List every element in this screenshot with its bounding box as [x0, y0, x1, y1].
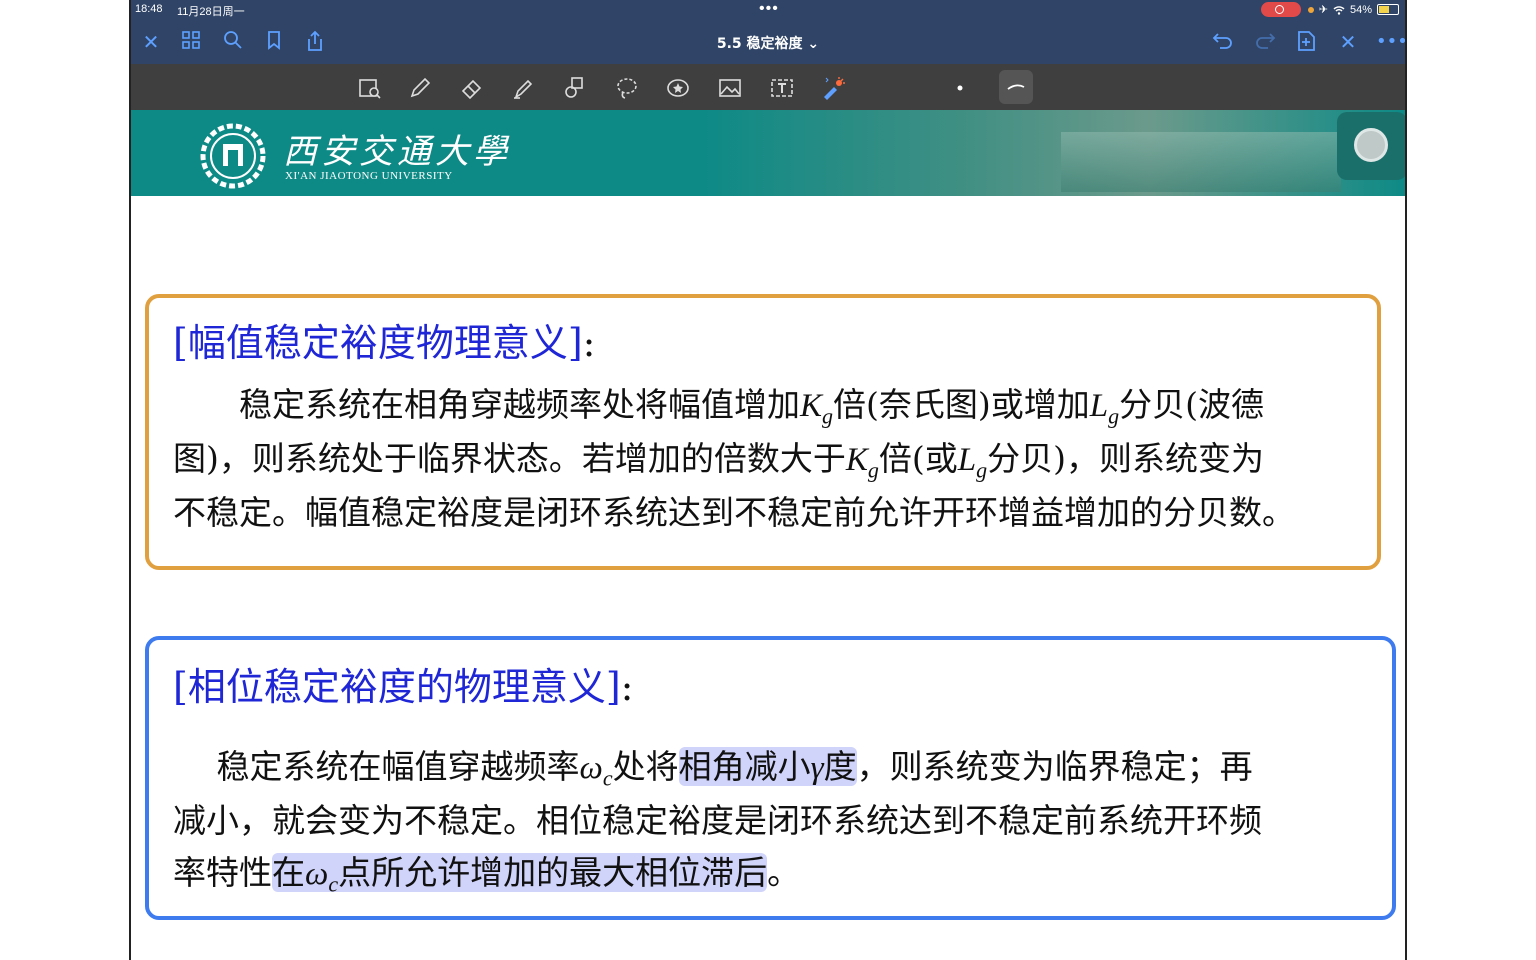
- gain-margin-title: [幅值稳定裕度物理意义]:: [173, 312, 595, 367]
- math-omega: ω: [305, 856, 329, 892]
- gain-margin-title-text: [幅值稳定裕度物理意义]: [173, 321, 583, 365]
- wifi-icon: [1333, 5, 1345, 15]
- lasso-icon[interactable]: [613, 74, 641, 102]
- stroke-style-curve-icon[interactable]: [999, 70, 1033, 104]
- university-seal-logo: [200, 123, 266, 189]
- assistive-touch-button[interactable]: [1337, 112, 1405, 180]
- status-right-group: ✈ 54%: [1307, 3, 1399, 16]
- undo-icon[interactable]: [1211, 30, 1235, 54]
- redo-icon[interactable]: [1253, 30, 1277, 54]
- text-run: 图)，则系统处于临界状态。若增加的倍数大于: [173, 439, 846, 478]
- text-box-icon[interactable]: [768, 74, 796, 102]
- text-run: 稳定系统在相角穿越频率处将幅值增加: [173, 385, 800, 424]
- text-run: 倍(奈氏图)或增加: [833, 385, 1090, 424]
- stroke-size-dot-icon[interactable]: [946, 74, 974, 102]
- gain-margin-box: [幅值稳定裕度物理意义]: 稳定系统在相角穿越频率处将幅值增加Kg倍(奈氏图)或…: [145, 294, 1381, 570]
- phase-margin-box: [相位稳定裕度的物理意义]: 稳定系统在幅值穿越频率ωc处将相角减小γ度，则系统…: [145, 636, 1396, 920]
- phase-margin-line-2: 减小，就会变为不稳定。相位稳定裕度是闭环系统达到不稳定前系统开环频: [173, 801, 1262, 840]
- text-run: 度: [823, 747, 857, 786]
- battery-percent: 54%: [1349, 3, 1372, 16]
- university-banner: 西安交通大學 XI'AN JIAOTONG UNIVERSITY: [131, 110, 1405, 196]
- battery-icon: [1377, 4, 1399, 15]
- text-run: ，则系统变为临界稳定；再: [856, 747, 1253, 786]
- text-run: 。: [767, 853, 801, 892]
- laser-pointer-icon[interactable]: [819, 74, 847, 102]
- math-subscript: g: [867, 457, 879, 483]
- university-name-en: XI'AN JIAOTONG UNIVERSITY: [285, 170, 453, 182]
- highlighter-icon[interactable]: [509, 74, 537, 102]
- text-run: 稳定系统在幅值穿越频率: [173, 747, 580, 786]
- math-subscript: g: [1108, 403, 1120, 429]
- university-name-cn: 西安交通大學: [283, 132, 511, 172]
- math-subscript: g: [976, 457, 988, 483]
- screen-recording-icon[interactable]: [1261, 2, 1301, 17]
- more-icon[interactable]: •••: [1376, 30, 1405, 54]
- text-run: 在: [272, 853, 305, 892]
- notes-app-window: 18:48 11月28日周一 ••• ✈ 54% ✕ 5.5 稳定裕度 ⌄ ✕ …: [129, 0, 1407, 960]
- phase-margin-line-3: 率特性在ωc点所允许增加的最大相位滞后。: [173, 846, 800, 912]
- text-run: 相角减小: [678, 747, 811, 786]
- status-bar: 18:48 11月28日周一 ••• ✈ 54%: [131, 0, 1405, 20]
- shapes-icon[interactable]: [561, 74, 589, 102]
- right-margin: [1407, 0, 1536, 960]
- sticker-icon[interactable]: [664, 74, 692, 102]
- status-date: 11月28日周一: [177, 6, 245, 18]
- drawing-toolbar: [131, 64, 1405, 110]
- text-run: 率特性: [173, 853, 272, 892]
- math-L: L: [957, 442, 977, 478]
- multitask-dots-icon[interactable]: •••: [759, 0, 779, 18]
- text-run: 倍(或: [878, 439, 958, 478]
- highlight-annotation[interactable]: 在ωc点所允许增加的最大相位滞后: [272, 853, 768, 897]
- image-icon[interactable]: [716, 74, 744, 102]
- nav-bar: ✕ 5.5 稳定裕度 ⌄ ✕ •••: [131, 20, 1405, 64]
- airplane-icon: ✈: [1318, 4, 1328, 16]
- exit-edit-icon[interactable]: ✕: [1336, 30, 1360, 54]
- math-K: K: [845, 442, 868, 478]
- math-omega: ω: [579, 750, 603, 786]
- campus-photo: [1061, 132, 1341, 192]
- gain-margin-line-3: 不稳定。幅值稳定裕度是闭环系统达到不稳定前允许开环增益增加的分贝数。: [173, 493, 1295, 532]
- math-subscript: g: [822, 403, 834, 429]
- text-run: 分贝)，则系统变为: [987, 439, 1264, 478]
- math-L: L: [1089, 388, 1109, 424]
- text-run: 分贝(波德: [1119, 385, 1264, 424]
- highlight-annotation[interactable]: 相角减小γ度: [678, 747, 857, 786]
- title-colon: :: [582, 321, 596, 365]
- status-time: 18:48: [135, 3, 163, 15]
- math-gamma: γ: [810, 750, 824, 786]
- math-subscript: c: [328, 871, 339, 897]
- phase-margin-title-text: [相位稳定裕度的物理意义]: [173, 665, 621, 709]
- math-subscript: c: [602, 765, 613, 791]
- title-colon: :: [620, 665, 634, 709]
- phase-margin-title: [相位稳定裕度的物理意义]:: [173, 656, 633, 711]
- eraser-icon[interactable]: [458, 74, 486, 102]
- text-run: 处将: [612, 747, 679, 786]
- add-page-icon[interactable]: [1294, 30, 1318, 54]
- mic-indicator-icon: [1307, 6, 1314, 13]
- left-margin: [0, 0, 129, 960]
- pen-icon[interactable]: [406, 74, 434, 102]
- zoom-window-icon[interactable]: [356, 74, 384, 102]
- text-run: 点所允许增加的最大相位滞后: [338, 853, 768, 892]
- math-K: K: [800, 388, 823, 424]
